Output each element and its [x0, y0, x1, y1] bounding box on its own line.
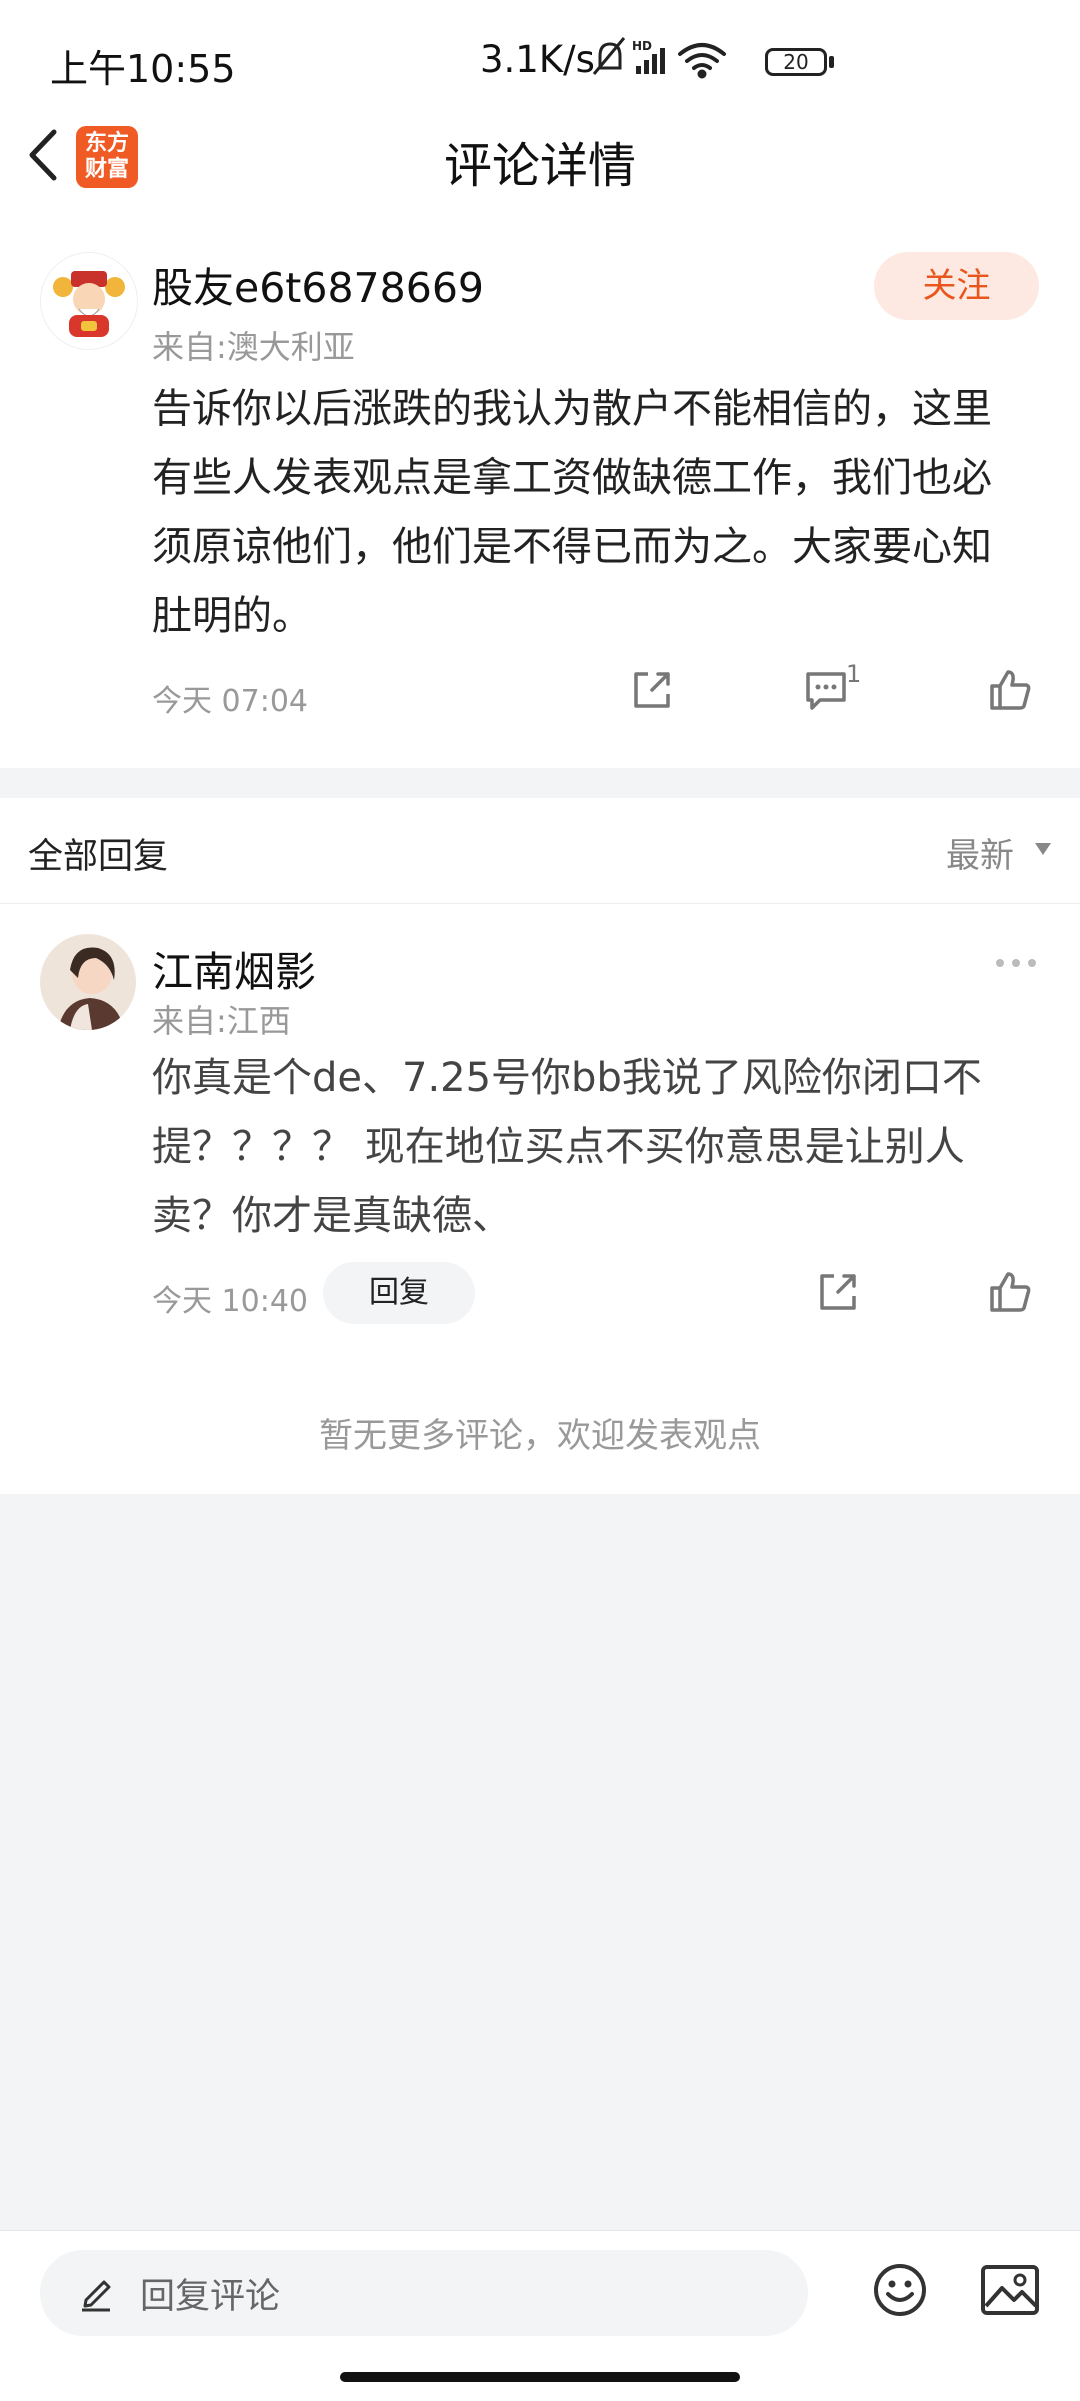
post-time: 今天 07:04	[152, 684, 308, 719]
wifi-icon	[678, 43, 726, 79]
image-icon	[981, 2265, 1039, 2315]
page-title: 评论详情	[443, 138, 636, 194]
post-location: 来自:澳大利亚	[152, 328, 355, 366]
thumbs-up-icon	[990, 670, 1031, 710]
emoji-icon	[874, 2264, 926, 2316]
share-icon	[820, 1274, 856, 1310]
post-content: 告诉你以后涨跌的我认为散户不能相信的，这里有些人发表观点是拿工资做缺德工作，我们…	[152, 386, 992, 639]
mute-icon	[592, 37, 626, 75]
avatar[interactable]	[40, 252, 138, 350]
share-icon	[634, 672, 670, 708]
comment-button[interactable]	[804, 668, 848, 712]
follow-button[interactable]: 关注	[874, 252, 1039, 320]
svg-text:HD: HD	[632, 39, 652, 53]
post-username[interactable]: 股友e6t6878669	[152, 254, 484, 314]
reply-content: 你真是个de、7.25号你bb我说了风险你闭口不提？？？？ 现在地位买点不买你意…	[152, 1055, 982, 1239]
status-icons: HD	[590, 34, 770, 84]
sort-dropdown[interactable]: 最新	[946, 828, 1014, 877]
avatar[interactable]	[40, 934, 136, 1030]
like-button[interactable]	[988, 668, 1032, 712]
pencil-icon	[78, 2272, 114, 2312]
emoji-button[interactable]	[872, 2262, 928, 2318]
thumbs-up-icon	[990, 1272, 1031, 1312]
reply-time: 今天 10:40	[152, 1284, 308, 1319]
like-button[interactable]	[988, 1270, 1032, 1314]
fortune-god-avatar-icon	[41, 253, 137, 349]
status-net-speed: 3.1K/s	[480, 38, 595, 81]
hd-signal-icon: HD	[632, 39, 665, 74]
sort-caret-icon[interactable]	[1034, 842, 1052, 856]
more-dots-icon	[996, 959, 1036, 967]
user-photo-avatar-icon	[40, 934, 136, 1030]
replies-section-title: 全部回复	[28, 837, 169, 877]
reply-input-placeholder[interactable]: 回复评论	[140, 2268, 280, 2319]
share-button[interactable]	[630, 668, 674, 712]
section-divider	[0, 768, 1080, 798]
battery-tip	[829, 56, 834, 68]
image-button[interactable]	[980, 2264, 1040, 2316]
reply-button[interactable]: 回复	[323, 1262, 475, 1324]
reply-username[interactable]: 江南烟影	[152, 938, 316, 998]
reply-location: 来自:江西	[152, 1002, 291, 1040]
more-options-button[interactable]	[994, 956, 1038, 970]
comment-count: 1	[846, 660, 862, 688]
comment-icon	[806, 672, 846, 710]
home-indicator[interactable]	[340, 2372, 740, 2382]
no-more-comments-text: 暂无更多评论，欢迎发表观点	[319, 1416, 761, 1456]
status-time: 上午10:55	[50, 47, 236, 91]
share-button[interactable]	[816, 1270, 860, 1314]
battery-icon: 20	[765, 48, 827, 76]
